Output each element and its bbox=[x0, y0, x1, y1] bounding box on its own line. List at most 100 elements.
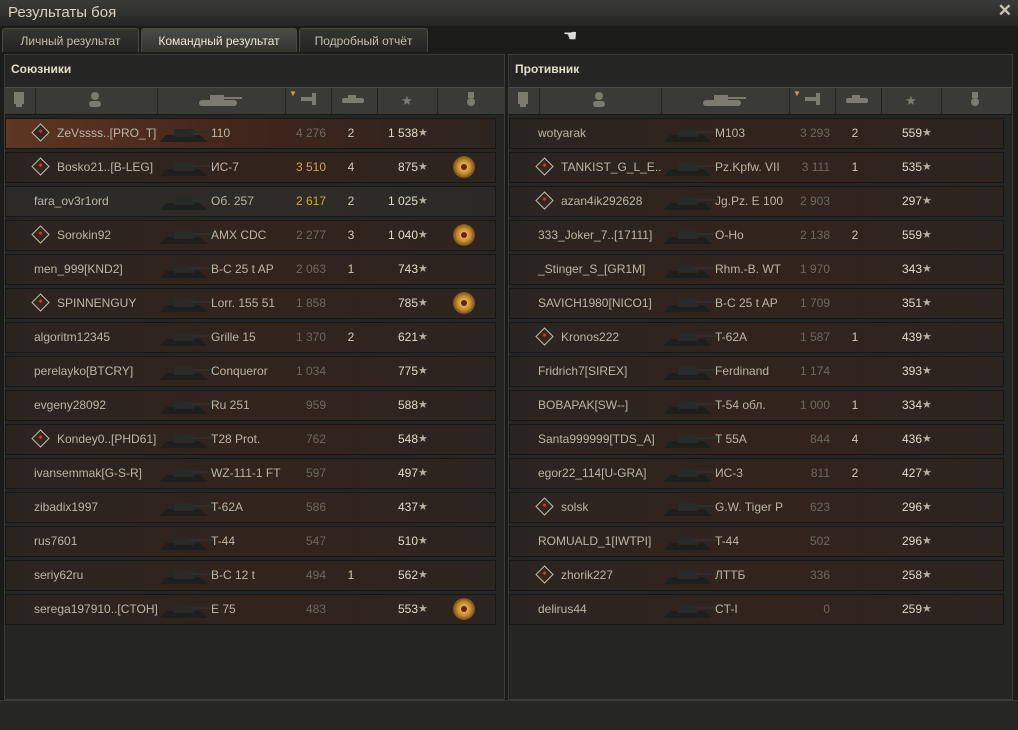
column-header-medal[interactable] bbox=[437, 88, 508, 114]
player-row[interactable]: rus7601 T-44 547 510 ★ bbox=[5, 526, 496, 557]
player-row[interactable]: Kronos222 T-62A 1 587 1 439 ★ bbox=[509, 322, 1004, 353]
damage-value: 1 034 bbox=[295, 364, 326, 378]
star-icon: ★ bbox=[922, 331, 932, 343]
player-name: Sorokin92 bbox=[57, 228, 112, 242]
player-icon bbox=[592, 91, 608, 111]
tank-icon bbox=[664, 129, 718, 142]
player-name: delirus44 bbox=[538, 602, 587, 616]
star-icon: ★ bbox=[922, 501, 932, 513]
star-icon: ★ bbox=[418, 569, 428, 581]
sort-indicator-icon[interactable]: ▼ bbox=[289, 89, 297, 98]
tank-name: Ru 251 bbox=[211, 398, 250, 412]
xp-value: 1 025 bbox=[387, 194, 418, 208]
star-icon: ★ bbox=[418, 331, 428, 343]
sort-indicator-icon[interactable]: ▼ bbox=[793, 89, 801, 98]
xp-value: 296 bbox=[901, 500, 922, 514]
kills-value: 2 bbox=[347, 126, 355, 140]
tank-icon bbox=[160, 333, 214, 346]
player-row[interactable]: men_999[KND2] B-C 25 t AP 2 063 1 743 ★ bbox=[5, 254, 496, 285]
tank-name: 110 bbox=[211, 126, 231, 140]
column-header-damage[interactable]: ▼ bbox=[285, 88, 332, 114]
column-header-tank[interactable] bbox=[157, 88, 286, 114]
medal-icon[interactable] bbox=[453, 224, 475, 246]
medal-icon[interactable] bbox=[453, 292, 475, 314]
column-header-tank[interactable] bbox=[661, 88, 790, 114]
kills-value: 1 bbox=[851, 398, 859, 412]
damage-value: 762 bbox=[305, 432, 326, 446]
tank-name: Pz.Kpfw. VII bbox=[715, 160, 780, 174]
column-header-player[interactable] bbox=[539, 88, 662, 114]
player-row[interactable]: BOBAPAK[SW--] T-54 обл. 1 000 1 334 ★ bbox=[509, 390, 1004, 421]
player-row[interactable]: Santa999999[TDS_A] T 55A 844 4 436 ★ bbox=[509, 424, 1004, 455]
player-row[interactable]: Kondey0..[PHD61] T28 Prot. 762 548 ★ bbox=[5, 424, 496, 455]
enemies-header: ▼ ★ bbox=[509, 87, 1012, 115]
column-header-level[interactable] bbox=[5, 88, 36, 114]
close-icon[interactable]: ✕ bbox=[998, 1, 1012, 21]
player-name: evgeny28092 bbox=[34, 398, 107, 412]
allies-panel: Союзники ▼ ★ ZeVssss..[PRO_T] 110 4 276 2 1 5… bbox=[4, 54, 508, 700]
tank-icon bbox=[664, 163, 718, 176]
tank-icon bbox=[664, 333, 718, 346]
column-header-damage[interactable]: ▼ bbox=[789, 88, 836, 114]
player-row[interactable]: TANKIST_G_L_E.. Pz.Kpfw. VII 3 111 1 535 ★ bbox=[509, 152, 1004, 183]
player-row[interactable]: SPINNENGUY Lorr. 155 51 1 858 785 ★ bbox=[5, 288, 496, 319]
platoon-icon bbox=[31, 225, 50, 244]
player-row[interactable]: serega197910..[CTOH] E 75 483 553 ★ bbox=[5, 594, 496, 625]
xp-value: 1 040 bbox=[387, 228, 418, 242]
kills-value: 1 bbox=[851, 160, 859, 174]
player-row[interactable]: Bosko21..[B-LEG] ИС-7 3 510 4 875 ★ bbox=[5, 152, 496, 183]
player-row[interactable]: perelayko[BTCRY] Conqueror 1 034 775 ★ bbox=[5, 356, 496, 387]
star-icon: ★ bbox=[922, 161, 932, 173]
column-header-star[interactable]: ★ bbox=[377, 88, 438, 114]
damage-value: 494 bbox=[305, 568, 326, 582]
player-row[interactable]: ZeVssss..[PRO_T] 110 4 276 2 1 538 ★ bbox=[5, 118, 496, 149]
player-row[interactable]: solsk G.W. Tiger P 623 296 ★ bbox=[509, 492, 1004, 523]
tab-personal[interactable]: Личный результат bbox=[2, 28, 139, 52]
level-icon bbox=[516, 91, 532, 111]
kills-value: 2 bbox=[347, 194, 355, 208]
player-row[interactable]: egor22_114[U-GRA] ИС-3 811 2 427 ★ bbox=[509, 458, 1004, 489]
player-name: Santa999999[TDS_A] bbox=[538, 432, 655, 446]
tab-team[interactable]: Командный результат bbox=[141, 28, 297, 52]
tank-name: T-54 обл. bbox=[715, 398, 766, 412]
column-header-level[interactable] bbox=[509, 88, 540, 114]
player-row[interactable]: azan4ik292628 Jg.Pz. E 100 2 903 297 ★ bbox=[509, 186, 1004, 217]
column-header-medal[interactable] bbox=[941, 88, 1012, 114]
player-row[interactable]: ivansemmak[G-S-R] WZ-111-1 FT 597 497 ★ bbox=[5, 458, 496, 489]
star-icon: ★ bbox=[418, 297, 428, 309]
player-row[interactable]: _Stinger_S_[GR1M] Rhm.-B. WT 1 970 343 ★ bbox=[509, 254, 1004, 285]
xp-value: 553 bbox=[397, 602, 418, 616]
xp-value: 510 bbox=[397, 534, 418, 548]
player-row[interactable]: seriy62ru B-C 12 t 494 1 562 ★ bbox=[5, 560, 496, 591]
column-header-star[interactable]: ★ bbox=[881, 88, 942, 114]
column-header-player[interactable] bbox=[35, 88, 158, 114]
xp-value: 559 bbox=[901, 228, 922, 242]
tab-detailed[interactable]: Подробный отчёт bbox=[299, 28, 428, 52]
star-icon: ★ bbox=[922, 229, 932, 241]
player-row[interactable]: evgeny28092 Ru 251 959 588 ★ bbox=[5, 390, 496, 421]
medal-icon[interactable] bbox=[453, 156, 475, 178]
star-icon: ★ bbox=[922, 297, 932, 309]
column-header-kills[interactable] bbox=[331, 88, 378, 114]
player-row[interactable]: zhorik227 ЛТТБ 336 258 ★ bbox=[509, 560, 1004, 591]
xp-value: 258 bbox=[901, 568, 922, 582]
column-header-kills[interactable] bbox=[835, 88, 882, 114]
player-row[interactable]: SAVICH1980[NICO1] B-C 25 t AP 1 709 351 ★ bbox=[509, 288, 1004, 319]
player-name: rus7601 bbox=[34, 534, 78, 548]
player-name: men_999[KND2] bbox=[34, 262, 123, 276]
xp-value: 427 bbox=[901, 466, 922, 480]
player-name: ZeVssss..[PRO_T] bbox=[57, 126, 157, 140]
player-row[interactable]: wotyarak M103 3 293 2 559 ★ bbox=[509, 118, 1004, 149]
medal-icon[interactable] bbox=[453, 598, 475, 620]
player-row[interactable]: ROMUALD_1[IWTPI] T-44 502 296 ★ bbox=[509, 526, 1004, 557]
player-row[interactable]: zibadix1997 T-62A 586 437 ★ bbox=[5, 492, 496, 523]
star-icon: ★ bbox=[922, 467, 932, 479]
player-row[interactable]: 333_Joker_7..[17111] O-Ho 2 138 2 559 ★ bbox=[509, 220, 1004, 251]
player-row[interactable]: Sorokin92 AMX CDC 2 277 3 1 040 ★ bbox=[5, 220, 496, 251]
damage-value: 547 bbox=[305, 534, 326, 548]
player-row[interactable]: Fridrich7[SIREX] Ferdinand 1 174 393 ★ bbox=[509, 356, 1004, 387]
player-row[interactable]: algoritm12345 Grille 15 1 370 2 621 ★ bbox=[5, 322, 496, 353]
star-icon: ★ bbox=[905, 93, 917, 108]
player-row[interactable]: delirus44 CT-I 0 259 ★ bbox=[509, 594, 1004, 625]
player-row[interactable]: fara_ov3r1ord Об. 257 2 617 2 1 025 ★ bbox=[5, 186, 496, 217]
